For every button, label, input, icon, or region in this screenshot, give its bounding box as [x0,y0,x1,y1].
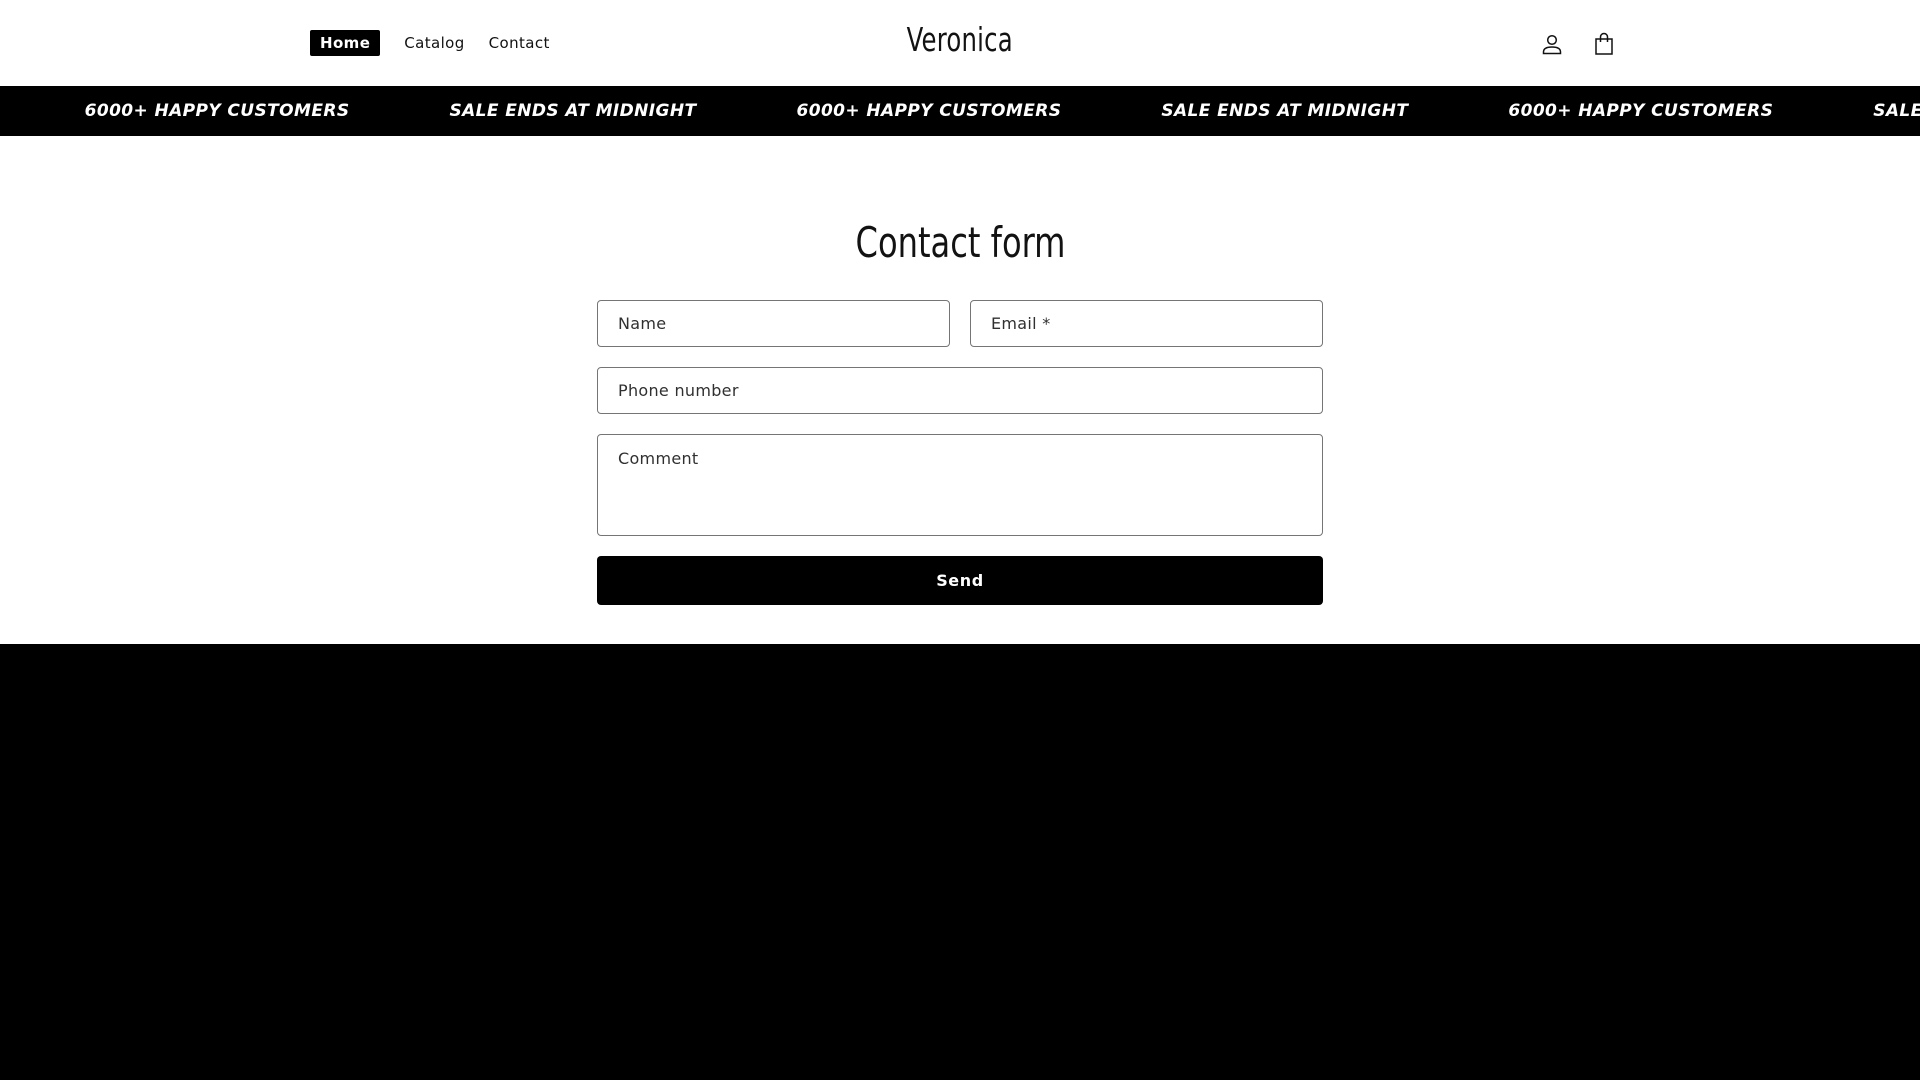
announcement-track: HT 6000+ HAPPY CUSTOMERS SALE ENDS AT MI… [0,86,1920,136]
brand-logo-wrapper: Veronica [0,20,1920,59]
nav-item-home[interactable]: Home [310,30,381,56]
nav-item-contact[interactable]: Contact [489,30,550,56]
header-icons [1536,28,1620,60]
comment-field[interactable] [597,434,1323,536]
contact-section: Contact form Send [0,136,1920,644]
page-title-text: Contact form [855,218,1065,267]
cart-icon [1595,32,1613,55]
cart-button[interactable] [1588,28,1620,60]
account-icon [1542,34,1562,55]
name-input[interactable] [618,301,929,346]
announcement-item: SALE ENDS AT MIDNIGHT [449,101,697,121]
main-nav: Home Catalog Contact [310,30,574,56]
email-input[interactable] [991,301,1302,346]
announcement-item: 6000+ HAPPY CUSTOMERS [84,101,350,121]
email-field[interactable] [970,300,1323,347]
site-header: Home Catalog Contact Veronica [0,0,1920,86]
comment-textarea[interactable] [618,449,1302,535]
phone-field[interactable] [597,367,1323,414]
announcement-item: SALE ENDS AT MIDNIGHT [1873,101,1920,121]
account-button[interactable] [1536,28,1568,60]
announcement-item: 6000+ HAPPY CUSTOMERS [796,101,1062,121]
nav-item-catalog[interactable]: Catalog [404,30,464,56]
announcement-item: 6000+ HAPPY CUSTOMERS [1508,101,1774,121]
send-button[interactable]: Send [597,556,1323,605]
page-title: Contact form [0,218,1920,267]
phone-input[interactable] [618,368,1302,413]
brand-logo[interactable]: Veronica [907,20,1013,59]
name-field[interactable] [597,300,950,347]
announcement-item: SALE ENDS AT MIDNIGHT [1161,101,1409,121]
announcement-bar: HT 6000+ HAPPY CUSTOMERS SALE ENDS AT MI… [0,86,1920,136]
site-footer [0,644,1920,1080]
